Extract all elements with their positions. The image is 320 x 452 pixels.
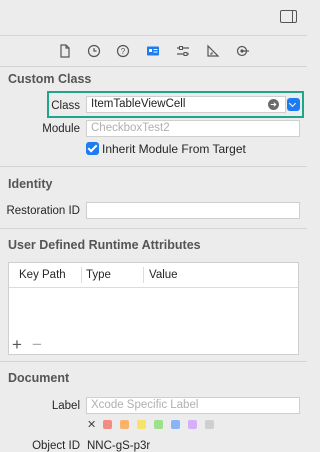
connections-icon[interactable]	[235, 43, 251, 59]
color-swatch-gray[interactable]	[205, 420, 214, 429]
column-separator	[143, 267, 144, 283]
runtime-attributes-title: User Defined Runtime Attributes	[8, 238, 201, 252]
divider	[0, 228, 307, 229]
clear-label-color-icon[interactable]: ✕	[87, 418, 96, 431]
attributes-sliders-icon[interactable]	[175, 43, 191, 59]
go-to-class-icon[interactable]: ➜	[268, 99, 279, 110]
restoration-id-label: Restoration ID	[6, 205, 80, 217]
color-swatch-orange[interactable]	[120, 420, 129, 429]
help-icon[interactable]: ?	[115, 43, 131, 59]
divider	[0, 166, 307, 167]
color-swatch-green[interactable]	[154, 420, 163, 429]
divider	[0, 361, 307, 362]
inherit-module-checkbox[interactable]	[86, 142, 99, 155]
custom-class-title: Custom Class	[8, 72, 92, 86]
identity-title: Identity	[8, 177, 53, 191]
document-label-field[interactable]: Xcode Specific Label	[86, 397, 300, 414]
object-id-value: NNC-gS-p3r	[87, 440, 151, 452]
color-swatch-blue[interactable]	[171, 420, 180, 429]
remove-attribute-button[interactable]: −	[32, 336, 42, 353]
module-field[interactable]: CheckboxTest2	[86, 120, 300, 137]
table-header: Key Path Type Value	[9, 263, 298, 288]
color-swatch-yellow[interactable]	[137, 420, 146, 429]
document-label-label: Label	[51, 400, 80, 412]
column-value[interactable]: Value	[149, 267, 178, 283]
inspector-header	[0, 0, 307, 36]
class-field[interactable]: ItemTableViewCell	[86, 96, 286, 113]
column-separator	[81, 267, 82, 283]
document-title: Document	[8, 371, 70, 385]
inherit-module-label: Inherit Module From Target	[102, 142, 246, 156]
svg-text:?: ?	[121, 47, 126, 56]
class-label: Class	[51, 100, 80, 112]
add-attribute-button[interactable]: +	[12, 336, 22, 353]
column-type[interactable]: Type	[86, 267, 111, 283]
module-label: Module	[42, 123, 80, 135]
column-key-path[interactable]: Key Path	[19, 267, 66, 283]
restoration-id-field[interactable]	[86, 202, 300, 219]
size-ruler-icon[interactable]	[205, 43, 221, 59]
color-swatch-purple[interactable]	[188, 420, 197, 429]
identity-card-icon[interactable]	[145, 43, 161, 59]
sidebar-toggle-icon[interactable]	[280, 10, 297, 23]
file-icon[interactable]	[57, 43, 73, 59]
color-swatch-red[interactable]	[103, 420, 112, 429]
object-id-label: Object ID	[32, 440, 80, 452]
history-clock-icon[interactable]	[86, 43, 102, 59]
runtime-attributes-table: Key Path Type Value	[8, 262, 299, 355]
class-dropdown-icon[interactable]	[287, 98, 300, 111]
inspector-tabs: ?	[0, 36, 307, 67]
